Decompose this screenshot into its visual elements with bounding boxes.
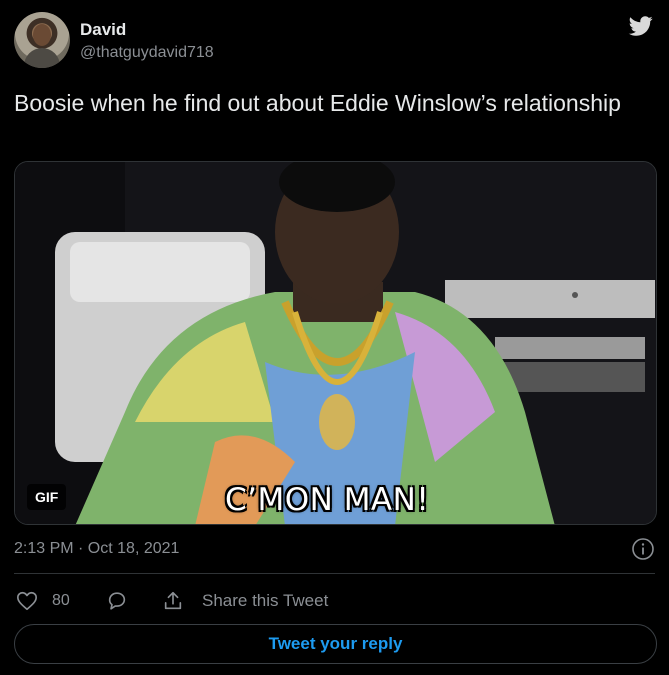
gif-frame-image xyxy=(15,162,656,524)
share-icon xyxy=(164,591,182,610)
tweet-media-gif[interactable]: GIF C’MON MAN! xyxy=(14,161,657,525)
author-name[interactable]: David xyxy=(80,20,126,40)
tweet-actions: 80 Share this Tweet xyxy=(14,588,655,614)
twitter-bird-icon[interactable] xyxy=(627,14,655,38)
tweet-header: David @thatguydavid718 xyxy=(14,12,655,72)
avatar[interactable] xyxy=(14,12,70,68)
gif-badge: GIF xyxy=(27,484,67,510)
tweet-timestamp[interactable]: 2:13 PM · Oct 18, 2021 xyxy=(14,540,179,558)
divider xyxy=(14,573,655,574)
avatar-head xyxy=(33,24,51,46)
author-handle[interactable]: @thatguydavid718 xyxy=(80,44,214,62)
share-label: Share this Tweet xyxy=(202,591,329,610)
gif-caption: C’MON MAN! xyxy=(225,482,430,518)
like-button[interactable]: 80 xyxy=(16,588,70,614)
tweet-your-reply-button[interactable]: Tweet your reply xyxy=(14,624,657,664)
info-icon[interactable] xyxy=(631,537,655,561)
reply-button[interactable] xyxy=(106,588,128,614)
tweet-text: Boosie when he find out about Eddie Wins… xyxy=(14,90,621,116)
avatar-shirt xyxy=(24,48,60,68)
like-count: 80 xyxy=(52,592,70,609)
reply-icon xyxy=(108,592,126,610)
share-button[interactable]: Share this Tweet xyxy=(162,588,328,614)
heart-icon xyxy=(17,591,37,611)
